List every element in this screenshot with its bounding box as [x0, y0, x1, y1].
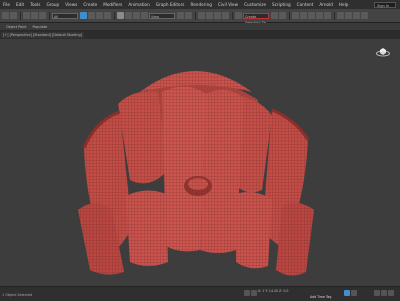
curve-editor-icon[interactable]: [308, 12, 315, 19]
add-time-tag[interactable]: Add Time Tag: [310, 295, 331, 299]
toolbar-divider: [20, 11, 21, 20]
schematic-view-icon[interactable]: [316, 12, 323, 19]
menu-help[interactable]: Help: [336, 2, 352, 7]
move-icon[interactable]: [117, 12, 124, 19]
menu-file[interactable]: File: [0, 2, 13, 7]
select-by-name-icon[interactable]: [88, 12, 95, 19]
render-icon[interactable]: [353, 12, 360, 19]
pan-icon[interactable]: [381, 290, 387, 296]
zoom-icon[interactable]: [374, 290, 380, 296]
menu-civil-view[interactable]: Civil View: [215, 2, 241, 7]
set-key-icon[interactable]: [351, 290, 357, 296]
edit-named-selection-icon[interactable]: [235, 12, 242, 19]
menu-views[interactable]: Views: [62, 2, 80, 7]
placement-icon[interactable]: [141, 12, 148, 19]
toolbar-divider: [334, 11, 335, 20]
menu-modifiers[interactable]: Modifiers: [100, 2, 125, 7]
auto-key-icon[interactable]: [344, 290, 350, 296]
menu-scripting[interactable]: Scripting: [269, 2, 294, 7]
menu-create[interactable]: Create: [80, 2, 100, 7]
menu-group[interactable]: Group: [43, 2, 62, 7]
menu-tools[interactable]: Tools: [27, 2, 43, 7]
viewport-label[interactable]: [+] [Perspective] [Standard] [Default Sh…: [1, 32, 84, 38]
menu-edit[interactable]: Edit: [13, 2, 27, 7]
redo-icon[interactable]: [10, 12, 17, 19]
spinner-snap-icon[interactable]: [222, 12, 229, 19]
toolbar-divider: [114, 11, 115, 20]
arnold-icon[interactable]: [361, 12, 368, 19]
snap-icon[interactable]: [198, 12, 205, 19]
toolbar-divider: [289, 11, 290, 20]
signin-button[interactable]: Sign In: [374, 1, 396, 8]
scale-icon[interactable]: [133, 12, 140, 19]
percent-snap-icon[interactable]: [214, 12, 221, 19]
absolute-mode-icon[interactable]: [251, 290, 257, 296]
menu-graph-editors[interactable]: Graph Editors: [153, 2, 188, 7]
window-crossing-icon[interactable]: [104, 12, 111, 19]
angle-snap-icon[interactable]: [206, 12, 213, 19]
mirror-icon[interactable]: [271, 12, 278, 19]
ribbon-tab-populate[interactable]: Populate: [33, 25, 48, 29]
ribbon-tab-object-paint[interactable]: Object Paint: [6, 25, 27, 29]
named-selection-dropdown[interactable]: Create Selection Se: [243, 12, 269, 25]
main-toolbar: All View Create Selection Se: [0, 9, 400, 25]
material-editor-icon[interactable]: [324, 12, 331, 19]
undo-icon[interactable]: [2, 12, 9, 19]
selection-status: 1 Object Selected: [2, 293, 33, 297]
render-setup-icon[interactable]: [337, 12, 344, 19]
toolbar-divider: [232, 11, 233, 20]
orbit-icon[interactable]: [388, 290, 394, 296]
account-area: Sign In: [374, 1, 396, 8]
link-icon[interactable]: [23, 12, 30, 19]
keyboard-shortcut-icon[interactable]: [185, 12, 192, 19]
rotate-icon[interactable]: [125, 12, 132, 19]
render-frame-icon[interactable]: [345, 12, 352, 19]
pivot-icon[interactable]: [177, 12, 184, 19]
toolbar-divider: [195, 11, 196, 20]
reference-coord-dropdown[interactable]: View: [149, 12, 175, 19]
unlink-icon[interactable]: [31, 12, 38, 19]
select-object-icon[interactable]: [80, 12, 87, 19]
selection-filter-dropdown[interactable]: All: [52, 12, 78, 19]
lock-selection-icon[interactable]: [244, 290, 250, 296]
mesh-model[interactable]: [0, 39, 400, 286]
ribbon-bar: Object Paint Populate: [0, 23, 400, 31]
menu-content[interactable]: Content: [294, 2, 317, 7]
layer-explorer-icon[interactable]: [292, 12, 299, 19]
menu-arnold[interactable]: Arnold: [316, 2, 336, 7]
status-bar: 1 Object Selected X: 1 Y: 14.45 Z: 0.0 A…: [0, 286, 400, 301]
menu-rendering[interactable]: Rendering: [188, 2, 215, 7]
scene-explorer-icon[interactable]: [300, 12, 307, 19]
menu-bar: File Edit Tools Group Views Create Modif…: [0, 0, 400, 9]
align-icon[interactable]: [279, 12, 286, 19]
bind-icon[interactable]: [39, 12, 46, 19]
coordinate-readout: X: 1 Y: 14.45 Z: 0.0: [258, 289, 289, 293]
menu-animation[interactable]: Animation: [125, 2, 152, 7]
rect-selection-icon[interactable]: [96, 12, 103, 19]
toolbar-divider: [49, 11, 50, 20]
viewport[interactable]: [0, 39, 400, 286]
menu-customize[interactable]: Customize: [241, 2, 269, 7]
